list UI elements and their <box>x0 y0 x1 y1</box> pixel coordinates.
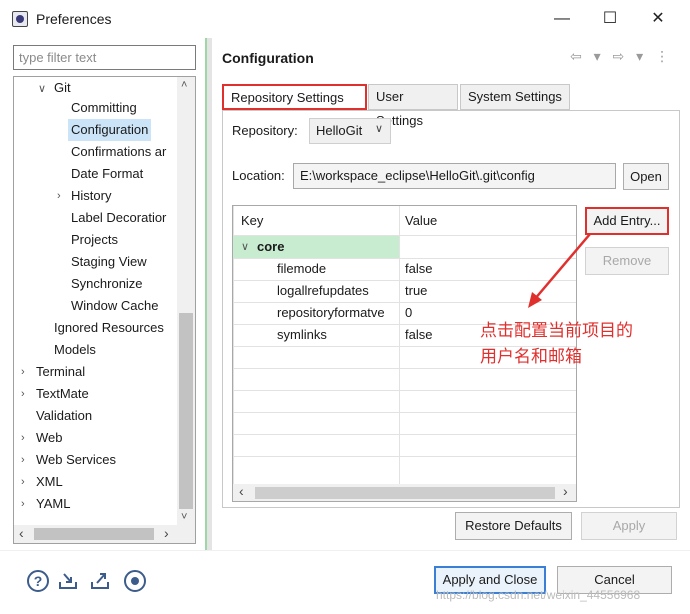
splitter-highlight <box>205 38 207 550</box>
chevron-right-icon[interactable]: › <box>21 388 25 400</box>
close-button[interactable]: ✕ <box>638 6 678 32</box>
table-hscroll-thumb[interactable] <box>255 487 555 499</box>
tree-item-validation[interactable]: Validation <box>36 405 92 427</box>
import-icon[interactable] <box>57 570 79 592</box>
column-divider[interactable] <box>399 206 400 484</box>
tree-item-window-cache[interactable]: Window Cache <box>71 295 158 317</box>
tree-item-textmate[interactable]: TextMate <box>36 383 89 405</box>
tab-user-settings[interactable]: User Settings <box>368 84 458 128</box>
maximize-button[interactable]: ☐ <box>590 6 630 32</box>
chevron-down-icon[interactable]: ∨ <box>38 82 46 95</box>
grid-line <box>233 412 576 413</box>
restore-defaults-button[interactable]: Restore Defaults <box>455 512 572 540</box>
scroll-right-icon[interactable]: › <box>563 483 568 499</box>
tree-item-xml[interactable]: XML <box>36 471 63 493</box>
chevron-right-icon[interactable]: › <box>57 190 61 202</box>
row-key[interactable]: logallrefupdates <box>277 280 369 302</box>
tab-repository-settings[interactable]: Repository Settings <box>222 84 367 110</box>
tree-item-history[interactable]: History <box>71 185 111 207</box>
chevron-right-icon[interactable]: › <box>21 366 25 378</box>
page-title: Configuration <box>222 50 314 66</box>
window-title: Preferences <box>36 11 112 27</box>
tree-item-label-decorations[interactable]: Label Decoratior <box>71 207 166 229</box>
row-value[interactable]: false <box>405 258 432 280</box>
tree-item-models[interactable]: Models <box>54 339 96 361</box>
row-value[interactable]: true <box>405 280 427 302</box>
row-value[interactable]: false <box>405 324 432 346</box>
chevron-right-icon[interactable]: › <box>21 454 25 466</box>
tree-scroll-thumb[interactable] <box>179 313 193 509</box>
tree-item-ignored-resources[interactable]: Ignored Resources <box>54 317 164 339</box>
chevron-down-icon[interactable]: ∨ <box>241 236 249 258</box>
tree-item-web[interactable]: Web <box>36 427 63 449</box>
tree-item-terminal[interactable]: Terminal <box>36 361 85 383</box>
annotation-arrow <box>528 233 591 308</box>
row-key[interactable]: symlinks <box>277 324 327 346</box>
annotation-line-2: 用户名和邮箱 <box>480 347 582 366</box>
annotation-line-1: 点击配置当前项目的 <box>480 321 633 340</box>
row-key[interactable]: filemode <box>277 258 326 280</box>
open-button[interactable]: Open <box>623 163 669 190</box>
tree-item-projects[interactable]: Projects <box>71 229 118 251</box>
chevron-down-icon[interactable]: ∨ <box>375 122 383 135</box>
tab-system-settings[interactable]: System Settings <box>460 84 570 110</box>
tree-item-yaml[interactable]: YAML <box>36 493 70 515</box>
scroll-up-icon[interactable]: ˄ <box>181 79 187 91</box>
row-key[interactable]: repositoryformatve <box>277 302 399 324</box>
grid-line <box>233 390 576 391</box>
scroll-down-icon[interactable]: ˅ <box>181 511 187 523</box>
tree-item-synchronize[interactable]: Synchronize <box>71 273 143 295</box>
tree-item-web-services[interactable]: Web Services <box>36 449 116 471</box>
annotation-text: 点击配置当前项目的 用户名和邮箱 <box>480 318 633 370</box>
section-label[interactable]: core <box>257 236 284 258</box>
location-label: Location: <box>232 168 285 183</box>
tree-item-staging-view[interactable]: Staging View <box>71 251 147 273</box>
apply-button[interactable]: Apply <box>581 512 677 540</box>
scroll-right-icon[interactable]: › <box>164 525 169 541</box>
preferences-tree[interactable]: ∨ Git Committing Configuration Confirmat… <box>13 76 196 544</box>
column-header-key[interactable]: Key <box>241 210 263 232</box>
filter-input[interactable] <box>13 45 196 70</box>
app-icon <box>12 11 28 27</box>
minimize-button[interactable]: — <box>542 6 582 32</box>
export-icon[interactable] <box>89 570 111 592</box>
scroll-left-icon[interactable]: ‹ <box>19 525 24 541</box>
record-icon[interactable] <box>124 570 146 592</box>
history-nav-icons[interactable]: ⇦ ▾ ⇨ ▾ ⋮ <box>570 48 673 65</box>
repository-label: Repository: <box>232 123 298 138</box>
tree-item-committing[interactable]: Committing <box>71 97 137 119</box>
chevron-right-icon[interactable]: › <box>21 476 25 488</box>
tree-item-date-format[interactable]: Date Format <box>71 163 143 185</box>
grid-line <box>233 434 576 435</box>
scroll-left-icon[interactable]: ‹ <box>239 483 244 499</box>
tree-item-git[interactable]: Git <box>54 77 71 99</box>
tree-item-confirmations[interactable]: Confirmations ar <box>71 141 166 163</box>
column-header-value[interactable]: Value <box>405 210 437 232</box>
chevron-right-icon[interactable]: › <box>21 498 25 510</box>
chevron-right-icon[interactable]: › <box>21 432 25 444</box>
watermark: https://blog.csdn.net/weixin_44556968 <box>436 588 641 602</box>
grid-line <box>233 456 576 457</box>
tree-hscroll-thumb[interactable] <box>34 528 154 540</box>
tree-item-configuration[interactable]: Configuration <box>68 119 152 141</box>
location-field[interactable]: E:\workspace_eclipse\HelloGit\.git\confi… <box>293 163 616 189</box>
row-value[interactable]: 0 <box>405 302 412 324</box>
help-icon[interactable]: ? <box>27 570 49 592</box>
